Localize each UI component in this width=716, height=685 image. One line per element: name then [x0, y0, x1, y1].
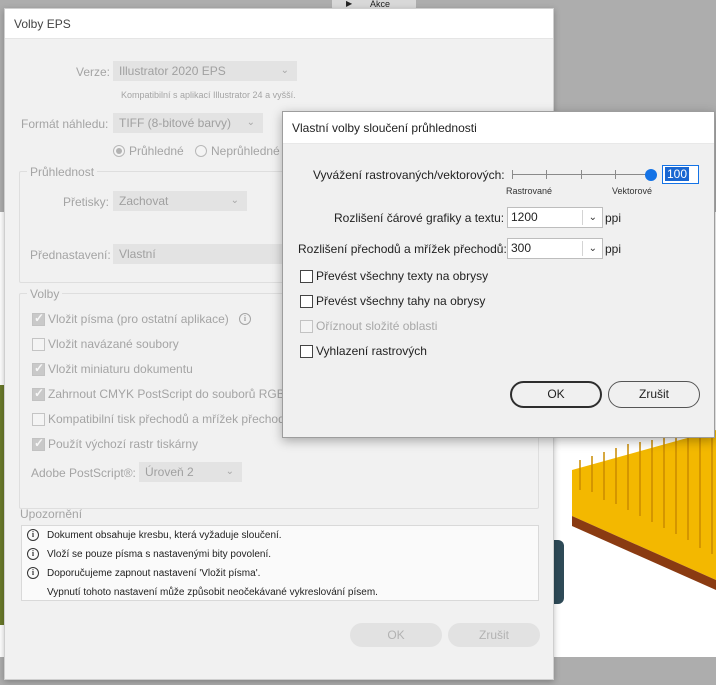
include-cmyk-checkbox[interactable]	[32, 386, 45, 401]
preset-value: Vlastní	[119, 247, 156, 261]
dialog-title: Vlastní volby sloučení průhlednosti	[292, 121, 477, 135]
play-icon: ▶	[346, 0, 353, 8]
info-icon: i	[27, 529, 39, 541]
options-group-label: Volby	[27, 287, 63, 301]
gradient-unit: ppi	[605, 242, 622, 256]
overprints-select[interactable]: Zachovat ⌄	[113, 191, 247, 211]
warning-item: Vloží se pouze písma s nastavenými bity …	[47, 549, 272, 560]
chevron-down-icon: ⌄	[225, 466, 234, 477]
chevron-down-icon: ⌄	[246, 117, 255, 128]
include-cmyk-label: Zahrnout CMYK PostScript do souborů RGB	[48, 387, 285, 401]
version-label: Verze:	[76, 65, 111, 79]
radio-opaque[interactable]	[195, 145, 207, 157]
warning-item: Doporučujeme zapnout nastavení 'Vložit p…	[47, 568, 261, 579]
postscript-label: Adobe PostScript®:	[31, 466, 136, 480]
radio-transparent[interactable]	[113, 145, 125, 157]
cancel-button-disabled[interactable]: Zrušit	[448, 623, 540, 647]
antialias-rasters-label: Vyhlazení rastrových	[316, 344, 427, 358]
chevron-down-icon[interactable]: ⌄	[589, 208, 597, 227]
raster-caption: Rastrované	[506, 186, 553, 196]
gradient-resolution-combo[interactable]: 300 ⌄	[507, 238, 603, 259]
printer-screens-checkbox[interactable]	[32, 436, 45, 451]
slider-tick	[615, 170, 616, 179]
radio-transparent-label: Průhledné	[129, 144, 184, 158]
balance-label: Vyvážení rastrovaných/vektorových:	[313, 168, 505, 182]
text-to-outlines-checkbox[interactable]	[300, 270, 313, 283]
line-art-unit: ppi	[605, 211, 622, 225]
clip-complex-regions-label: Oříznout složité oblasti	[316, 319, 438, 333]
compatible-gradient-checkbox[interactable]	[32, 413, 45, 426]
embed-linked-files-label: Vložit navázané soubory	[48, 337, 179, 351]
slider-tick	[512, 170, 513, 179]
dialog-titlebar[interactable]	[5, 9, 553, 39]
embed-linked-files-checkbox[interactable]	[32, 338, 45, 351]
overprints-value: Zachovat	[119, 194, 169, 208]
radio-opaque-label: Neprůhledné	[211, 144, 280, 158]
dialog-title: Volby EPS	[14, 17, 71, 31]
line-art-value: 1200	[511, 210, 538, 224]
preview-value: TIFF (8-bitové barvy)	[119, 116, 232, 130]
strokes-to-outlines-label: Převést všechny tahy na obrysy	[316, 294, 486, 308]
chevron-down-icon[interactable]: ⌄	[589, 239, 597, 258]
postscript-value: Úroveň 2	[145, 465, 194, 479]
balance-value: 100	[663, 166, 691, 182]
flattener-options-dialog: Vlastní volby sloučení průhlednosti Vyvá…	[282, 111, 715, 438]
overprints-label: Přetisky:	[63, 195, 110, 209]
balance-slider-thumb[interactable]	[645, 169, 657, 181]
ok-button-disabled[interactable]: OK	[350, 623, 442, 647]
vector-caption: Vektorové	[612, 186, 653, 196]
slider-tick	[546, 170, 547, 179]
embed-fonts-label: Vložit písma (pro ostatní aplikace)	[48, 312, 229, 326]
slider-tick	[581, 170, 582, 179]
preview-select[interactable]: TIFF (8-bitové barvy) ⌄	[113, 113, 263, 133]
embed-thumbnail-label: Vložit miniaturu dokumentu	[48, 362, 193, 376]
strokes-to-outlines-checkbox[interactable]	[300, 295, 313, 308]
preset-select[interactable]: Vlastní	[113, 244, 283, 264]
version-select[interactable]: Illustrator 2020 EPS ⌄	[113, 61, 297, 81]
clip-complex-regions-checkbox[interactable]	[300, 320, 313, 333]
warning-item: Vypnutí tohoto nastavení může způsobit n…	[47, 587, 378, 598]
line-art-resolution-combo[interactable]: 1200 ⌄	[507, 207, 603, 228]
info-icon[interactable]: i	[239, 313, 251, 325]
gradient-label: Rozlišení přechodů a mřížek přechodů:	[298, 242, 507, 256]
antialias-rasters-checkbox[interactable]	[300, 345, 313, 358]
embed-thumbnail-checkbox[interactable]	[32, 361, 45, 376]
warnings-label: Upozornění	[20, 507, 83, 521]
gradient-value: 300	[511, 241, 532, 255]
line-art-label: Rozlišení čárové grafiky a textu:	[334, 211, 505, 225]
compatible-gradient-label: Kompatibilní tisk přechodů a mřížek přec…	[48, 412, 292, 426]
info-icon: i	[27, 567, 39, 579]
warnings-list: i Dokument obsahuje kresbu, která vyžadu…	[21, 525, 539, 601]
ok-button[interactable]: OK	[510, 381, 602, 408]
text-to-outlines-label: Převést všechny texty na obrysy	[316, 269, 489, 283]
info-icon: i	[27, 548, 39, 560]
warning-item: Dokument obsahuje kresbu, která vyžaduje…	[47, 530, 282, 541]
preset-label: Přednastavení:	[30, 248, 111, 262]
artwork-wheat-field	[566, 430, 716, 590]
compat-note: Kompatibilní s aplikací Illustrator 24 a…	[121, 90, 296, 100]
balance-input[interactable]: 100	[662, 165, 699, 184]
transparency-group-label: Průhlednost	[27, 165, 98, 179]
chevron-down-icon: ⌄	[230, 195, 239, 206]
actions-panel-label: Akce	[370, 0, 391, 9]
printer-screens-label: Použít výchozí rastr tiskárny	[48, 437, 199, 451]
postscript-select[interactable]: Úroveň 2 ⌄	[139, 462, 242, 482]
embed-fonts-checkbox[interactable]	[32, 311, 45, 326]
chevron-down-icon: ⌄	[280, 65, 289, 76]
version-value: Illustrator 2020 EPS	[119, 64, 226, 78]
cancel-button[interactable]: Zrušit	[608, 381, 700, 408]
preview-label: Formát náhledu:	[21, 117, 109, 131]
combo-divider	[582, 241, 583, 256]
combo-divider	[582, 210, 583, 225]
